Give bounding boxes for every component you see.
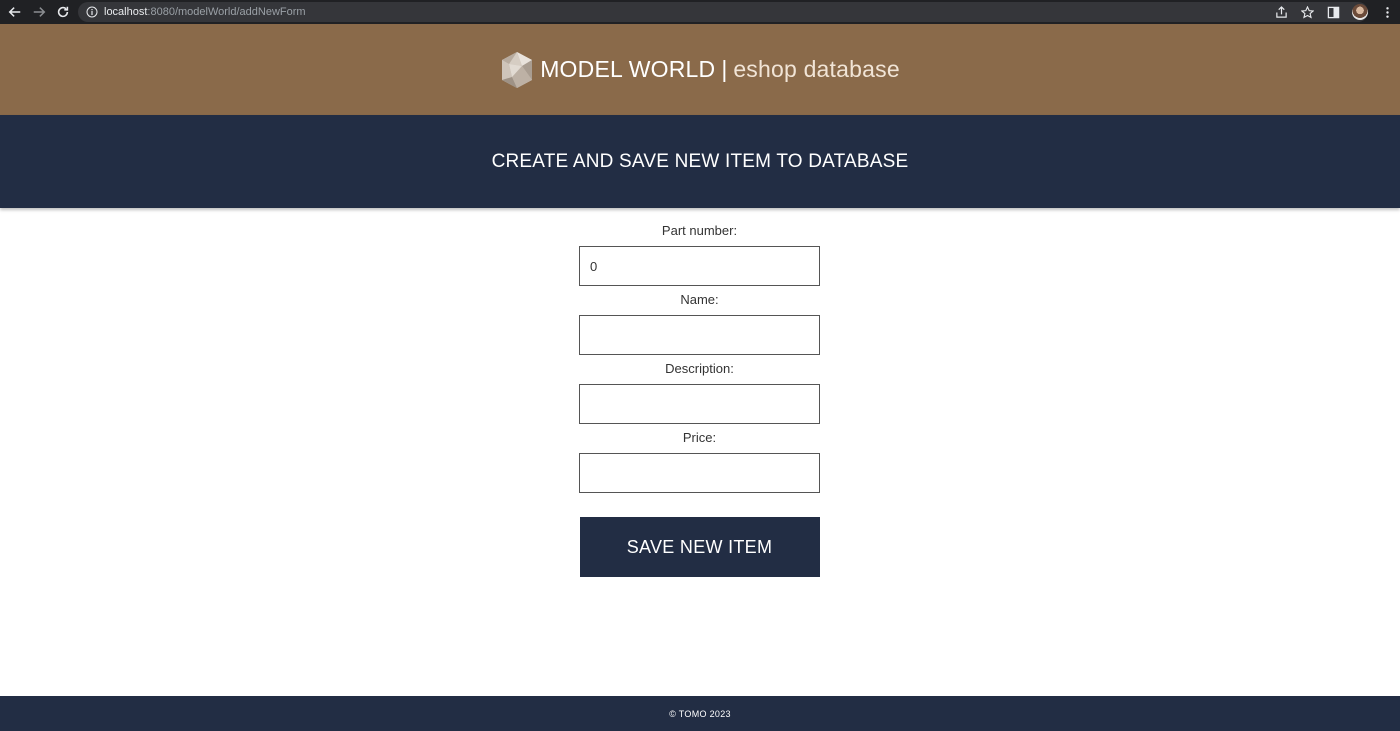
page-title: CREATE AND SAVE NEW ITEM TO DATABASE	[491, 150, 909, 172]
star-icon[interactable]	[1300, 5, 1314, 19]
brand-header: MODEL WORLD | eshop database	[0, 24, 1400, 115]
polyhedron-logo	[502, 51, 533, 88]
url-path: :8080/modelWorld/addNewForm	[147, 6, 306, 18]
footer-copyright: © TOMO 2023	[669, 708, 731, 719]
sidebar-icon[interactable]	[1326, 5, 1340, 19]
menu-dots-icon[interactable]	[1380, 5, 1394, 19]
name-label: Name:	[680, 292, 719, 307]
info-icon[interactable]	[86, 6, 98, 18]
brand-link[interactable]: MODEL WORLD | eshop database	[500, 51, 900, 89]
price-label: Price:	[682, 430, 717, 445]
brand-separator: |	[721, 56, 728, 82]
brand-subtitle: eshop database	[733, 56, 900, 82]
share-icon[interactable]	[1274, 5, 1288, 19]
new-item-form: Part number: Name: Description: Price: S…	[579, 222, 820, 577]
forward-arrow-icon[interactable]	[28, 1, 50, 23]
description-input[interactable]	[579, 384, 820, 424]
url-host: localhost	[104, 6, 148, 18]
reload-icon[interactable]	[52, 1, 74, 23]
part-number-input[interactable]	[579, 246, 820, 286]
back-arrow-icon[interactable]	[4, 1, 26, 23]
save-new-item-button[interactable]: SAVE NEW ITEM	[579, 517, 820, 577]
address-bar[interactable]: localhost:8080/modelWorld/addNewForm	[78, 2, 1368, 22]
profile-avatar[interactable]	[1352, 4, 1368, 20]
description-label: Description:	[665, 361, 734, 376]
part-number-label: Part number:	[661, 223, 738, 238]
page-footer: © TOMO 2023	[0, 696, 1400, 731]
brand-name: MODEL WORLD	[540, 56, 716, 82]
title-banner: CREATE AND SAVE NEW ITEM TO DATABASE	[0, 115, 1400, 208]
url-text: localhost:8080/modelWorld/addNewForm	[104, 6, 306, 18]
browser-toolbar: localhost:8080/modelWorld/addNewForm	[0, 0, 1400, 24]
name-input[interactable]	[579, 315, 820, 355]
price-input[interactable]	[579, 453, 820, 493]
